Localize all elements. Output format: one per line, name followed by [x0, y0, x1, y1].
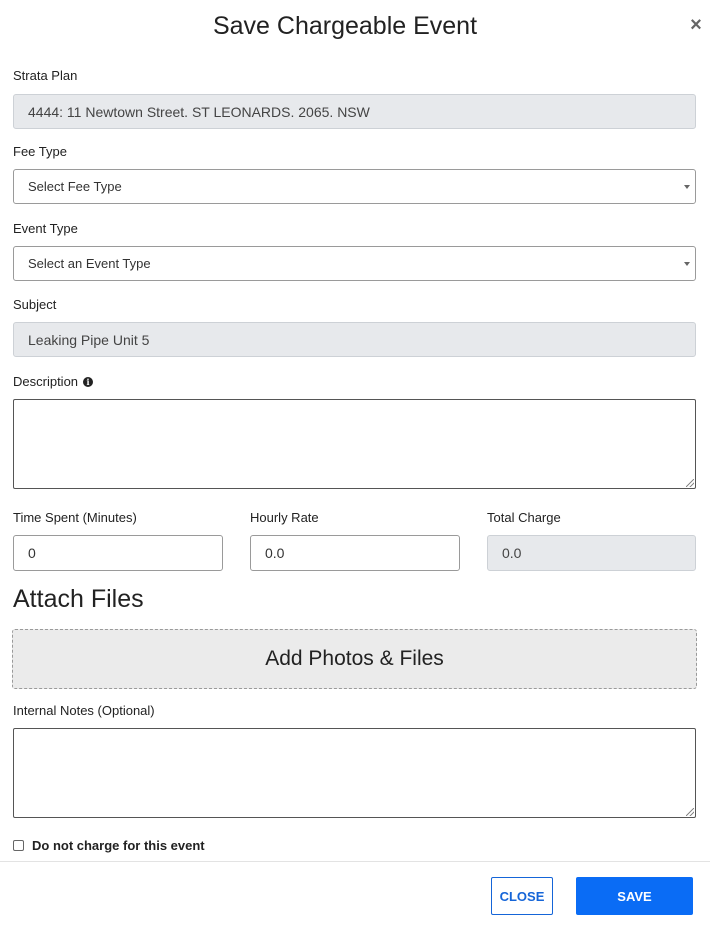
subject-value: Leaking Pipe Unit 5 — [28, 331, 150, 348]
total-charge-value: 0.0 — [502, 545, 522, 561]
resize-grip-icon[interactable] — [686, 808, 694, 816]
description-label: Description — [13, 374, 79, 389]
close-button[interactable]: CLOSE — [491, 877, 553, 915]
save-button[interactable]: SAVE — [576, 877, 693, 915]
fee-type-select[interactable]: Select Fee Type — [13, 169, 696, 204]
time-spent-label: Time Spent (Minutes) — [13, 510, 137, 525]
description-label-row: Description i — [13, 374, 94, 389]
strata-plan-field: 4444: 11 Newtown Street. ST LEONARDS. 20… — [13, 94, 696, 129]
close-icon[interactable]: × — [686, 14, 706, 36]
event-type-selected: Select an Event Type — [28, 256, 151, 271]
subject-label: Subject — [13, 297, 57, 312]
no-charge-label: Do not charge for this event — [32, 838, 205, 853]
time-spent-value: 0 — [28, 545, 36, 561]
dialog-title: Save Chargeable Event — [212, 12, 478, 40]
hourly-rate-value: 0.0 — [265, 545, 285, 561]
total-charge-label: Total Charge — [487, 510, 561, 525]
info-icon[interactable]: i — [83, 377, 94, 387]
event-type-label: Event Type — [13, 221, 78, 236]
hourly-rate-label: Hourly Rate — [250, 510, 319, 525]
footer-divider — [0, 861, 710, 862]
event-type-select[interactable]: Select an Event Type — [13, 246, 696, 281]
hourly-rate-input[interactable]: 0.0 — [250, 535, 460, 571]
add-files-label: Add Photos & Files — [265, 647, 444, 670]
fee-type-selected: Select Fee Type — [28, 179, 122, 194]
dropdown-caret-icon — [684, 185, 690, 189]
resize-grip-icon[interactable] — [686, 479, 694, 487]
no-charge-row: Do not charge for this event — [13, 838, 205, 853]
no-charge-checkbox[interactable] — [13, 840, 24, 851]
total-charge-field: 0.0 — [487, 535, 696, 571]
description-textarea[interactable] — [13, 399, 696, 489]
fee-type-label: Fee Type — [13, 144, 67, 159]
strata-plan-label: Strata Plan — [13, 68, 78, 83]
time-spent-input[interactable]: 0 — [13, 535, 223, 571]
subject-field: Leaking Pipe Unit 5 — [13, 322, 696, 357]
dropdown-caret-icon — [684, 262, 690, 266]
internal-notes-label: Internal Notes (Optional) — [13, 703, 155, 718]
add-files-dropzone[interactable]: Add Photos & Files — [12, 629, 697, 689]
internal-notes-textarea[interactable] — [13, 728, 696, 818]
strata-plan-value: 4444: 11 Newtown Street. ST LEONARDS. 20… — [28, 103, 370, 120]
attach-files-heading: Attach Files — [13, 585, 144, 613]
